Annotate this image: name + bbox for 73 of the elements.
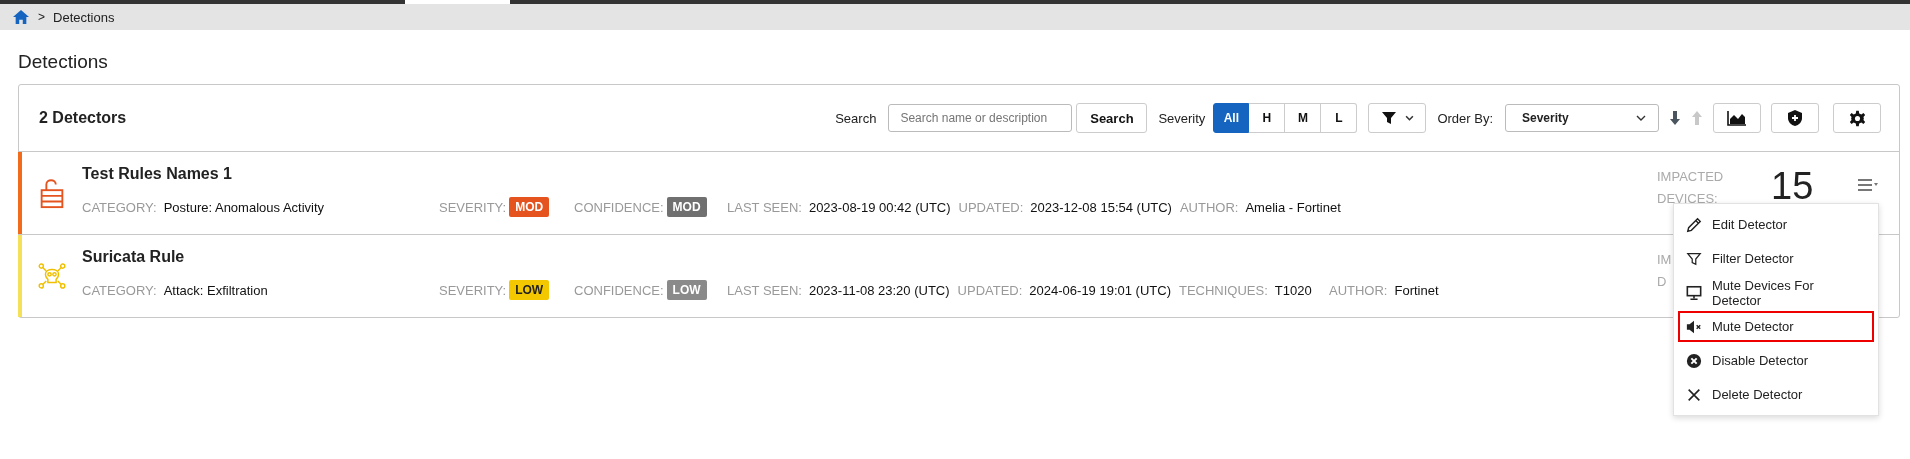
unlocked-padlock-icon	[38, 177, 66, 209]
severity-filter-button[interactable]: M	[1285, 103, 1322, 133]
speaker-muted-icon	[1686, 318, 1702, 335]
field-value: 2024-06-19 19:01 (UTC)	[1029, 282, 1171, 298]
field-label: CONFIDENCE:	[574, 199, 664, 215]
field-label: SEVERITY:	[439, 282, 507, 298]
field-value: 2023-12-08 15:54 (UTC)	[1030, 199, 1172, 215]
field-value: Posture: Anomalous Activity	[163, 199, 325, 215]
filter-icon	[1686, 250, 1702, 267]
caret-icon	[1636, 115, 1646, 121]
settings-button[interactable]	[1833, 103, 1881, 133]
field-label: AUTHOR:	[1329, 282, 1388, 298]
close-icon	[1686, 386, 1702, 403]
skull-crossbones-icon	[38, 260, 66, 292]
pencil-icon	[1686, 216, 1702, 233]
severity-filter-button[interactable]: H	[1249, 103, 1286, 133]
menu-item[interactable]: Delete Detector	[1678, 379, 1874, 410]
chart-button[interactable]	[1713, 103, 1761, 133]
gear-icon	[1848, 109, 1866, 127]
menu-icon[interactable]	[1857, 178, 1879, 192]
impacted-devices-label: D	[1657, 273, 1667, 291]
field-label: AUTHOR:	[1179, 199, 1239, 215]
field-label: CATEGORY:	[82, 199, 157, 215]
impacted-devices-label: IM	[1657, 251, 1672, 269]
severity-label: Severity	[1158, 110, 1206, 126]
caret-icon	[1404, 115, 1414, 121]
order-by-label: Order By:	[1437, 110, 1493, 126]
area-chart-icon	[1727, 110, 1747, 126]
funnel-icon	[1380, 111, 1397, 125]
field-value: Amelia - Fortinet	[1245, 199, 1341, 215]
impacted-count: 15	[1771, 165, 1814, 207]
home-icon[interactable]	[12, 9, 30, 25]
field-value: Fortinet	[1394, 282, 1439, 298]
field-label: LAST SEEN:	[727, 199, 802, 215]
search-label: Search	[835, 110, 877, 126]
severity-filter-button[interactable]: All	[1213, 103, 1250, 133]
field-label: CATEGORY:	[82, 282, 157, 298]
order-by-select[interactable]: Severity	[1505, 104, 1659, 132]
shield-plus-icon	[1787, 109, 1803, 127]
filter-dropdown[interactable]	[1368, 103, 1427, 133]
field-label: TECHNIQUES:	[1179, 282, 1268, 298]
level-badge: LOW	[666, 280, 707, 300]
page-title: Detections	[17, 50, 109, 69]
level-badge: MOD	[666, 197, 707, 217]
detector-count: 2 Detectors	[39, 109, 127, 127]
field-label: LAST SEEN:	[727, 282, 802, 298]
field-label: UPDATED:	[958, 199, 1024, 215]
menu-item[interactable]: Disable Detector	[1678, 345, 1874, 376]
field-label: CONFIDENCE:	[574, 282, 664, 298]
field-value: T1020	[1274, 282, 1312, 298]
severity-filter-button[interactable]: L	[1321, 103, 1358, 133]
search-field[interactable]: Search name or description	[888, 104, 1073, 132]
field-value: Attack: Exfiltration	[163, 282, 268, 298]
breadcrumb-item[interactable]: Detections	[53, 9, 115, 25]
menu-item[interactable]: Mute Devices For Detector	[1678, 277, 1874, 308]
detector-title[interactable]: Test Rules Names 1	[82, 165, 1349, 183]
menu-item[interactable]: Mute Detector	[1678, 311, 1874, 342]
detector-title[interactable]: Suricata Rule	[82, 248, 1447, 266]
monitor-icon	[1686, 284, 1702, 301]
breadcrumb-separator: >	[38, 10, 45, 24]
impacted-devices-label: IMPACTED	[1657, 168, 1724, 186]
field-label: SEVERITY:	[439, 199, 507, 215]
level-badge: MOD	[509, 197, 550, 217]
impacted-devices-label: DEVICES:	[1657, 190, 1718, 208]
shield-button[interactable]	[1771, 103, 1819, 133]
field-value: 2023-11-08 23:20 (UTC)	[808, 282, 950, 298]
level-badge: LOW	[509, 280, 550, 300]
search-button[interactable]: Search	[1076, 103, 1148, 133]
disable-icon	[1686, 352, 1702, 369]
field-label: UPDATED:	[957, 282, 1023, 298]
menu-item[interactable]: Filter Detector	[1678, 243, 1874, 274]
field-value: 2023-08-19 00:42 (UTC)	[808, 199, 951, 215]
sort-descending-icon[interactable]	[1669, 110, 1681, 126]
